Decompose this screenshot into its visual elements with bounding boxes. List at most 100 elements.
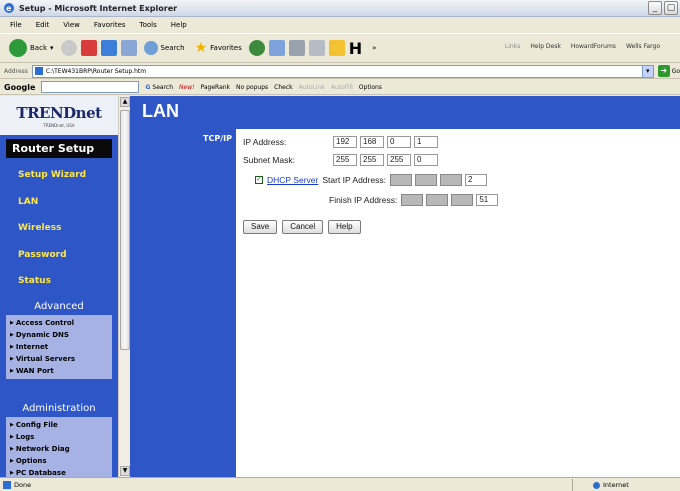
menu-virtual-servers[interactable]: Virtual Servers [10, 353, 110, 365]
router-setup-heading: Router Setup [6, 139, 112, 158]
forward-arrow-icon[interactable] [60, 40, 77, 56]
menu-tools[interactable]: Tools [138, 21, 159, 29]
save-button[interactable]: Save [243, 220, 278, 234]
address-bar: Address C:\TEW431BRP\Router Setup.htm ▾ … [0, 64, 680, 79]
start-ip-octet-3 [439, 174, 462, 186]
globe-icon [593, 481, 600, 489]
google-g-icon: G [145, 83, 151, 91]
maximize-button[interactable]: ▢ [664, 1, 678, 15]
menu-bar: File Edit View Favorites Tools Help [0, 18, 680, 32]
main-panel: LAN TCP/IP IP Address: 192 168 0 1 Subne… [130, 96, 680, 477]
link-help-desk[interactable]: Help Desk [530, 43, 561, 50]
sidebar-item-wireless[interactable]: Wireless [0, 215, 118, 242]
menu-internet[interactable]: Internet [10, 341, 110, 353]
sidebar-item-password[interactable]: Password [0, 242, 118, 269]
cancel-button[interactable]: Cancel [282, 220, 324, 234]
address-value: C:\TEW431BRP\Router Setup.htm [45, 67, 147, 75]
menu-edit[interactable]: Edit [34, 21, 52, 29]
ip-octet-3[interactable]: 0 [387, 136, 411, 148]
section-column: TCP/IP [130, 129, 236, 477]
menu-pc-database[interactable]: PC Database [10, 467, 110, 478]
go-button[interactable]: Go [672, 68, 680, 75]
menu-options[interactable]: Options [10, 455, 110, 467]
mask-octet-2[interactable]: 255 [360, 154, 384, 166]
finish-ip-label: Finish IP Address: [329, 195, 398, 205]
ip-octet-4[interactable]: 1 [414, 136, 438, 148]
help-button[interactable]: Help [328, 220, 361, 234]
refresh-icon[interactable] [100, 40, 117, 56]
link-wells-fargo[interactable]: Wells Fargo [626, 43, 660, 50]
scroll-up-icon[interactable]: ▲ [120, 97, 130, 107]
menu-file[interactable]: File [8, 21, 24, 29]
search-button[interactable]: Search [141, 41, 188, 55]
edit-icon[interactable] [308, 40, 325, 56]
finish-ip-octet-1 [401, 194, 424, 206]
autofill-button[interactable]: AutoFill [331, 84, 353, 91]
chevron-down-icon[interactable]: ▾ [641, 65, 653, 77]
sidebar-item-status[interactable]: Status [0, 268, 118, 295]
google-search-button[interactable]: G Search [145, 84, 173, 91]
sidebar-item-lan[interactable]: LAN [0, 189, 118, 216]
menu-logs[interactable]: Logs [10, 431, 110, 443]
history-icon[interactable] [248, 40, 265, 56]
window-title: Setup - Microsoft Internet Explorer [19, 3, 178, 13]
pagerank-button[interactable]: PageRank [201, 84, 231, 91]
mask-octet-1[interactable]: 255 [333, 154, 357, 166]
finish-ip-octet-4[interactable]: 51 [476, 194, 499, 206]
ip-octet-2[interactable]: 168 [360, 136, 384, 148]
advanced-menu: Access Control Dynamic DNS Internet Virt… [6, 314, 112, 379]
menu-view[interactable]: View [61, 21, 82, 29]
search-label: Search [160, 44, 185, 52]
menu-config-file[interactable]: Config File [10, 419, 110, 431]
back-arrow-icon [9, 39, 27, 57]
dhcp-server-link[interactable]: DHCP Server [267, 175, 318, 185]
address-label: Address [4, 67, 28, 75]
mask-octet-4[interactable]: 0 [414, 154, 438, 166]
menu-favorites[interactable]: Favorites [92, 21, 128, 29]
menu-network-diag[interactable]: Network Diag [10, 443, 110, 455]
folder-icon[interactable] [328, 40, 345, 56]
scroll-thumb[interactable] [120, 110, 130, 350]
start-ip-octet-4[interactable]: 2 [464, 174, 487, 186]
ip-octet-1[interactable]: 192 [333, 136, 357, 148]
menu-dynamic-dns[interactable]: Dynamic DNS [10, 329, 110, 341]
check-button[interactable]: Check [274, 84, 292, 91]
links-bar: Links Help Desk HowardForums Wells Fargo [505, 43, 660, 50]
menu-access-control[interactable]: Access Control [10, 317, 110, 329]
options-button[interactable]: Options [359, 84, 382, 91]
menu-help[interactable]: Help [169, 21, 189, 29]
subnet-mask-row: Subnet Mask: 255 255 255 0 [243, 154, 441, 166]
mask-octet-3[interactable]: 255 [387, 154, 411, 166]
security-zone: Internet [572, 479, 680, 491]
link-howardforums[interactable]: HowardForums [571, 43, 616, 50]
star-icon: ★ [194, 40, 208, 56]
subnet-mask-label: Subnet Mask: [243, 155, 295, 165]
sidebar-item-setup-wizard[interactable]: Setup Wizard [0, 162, 118, 189]
stop-icon[interactable] [80, 40, 97, 56]
new-badge[interactable]: New! [179, 84, 195, 91]
address-input[interactable]: C:\TEW431BRP\Router Setup.htm ▾ [31, 64, 654, 78]
dhcp-checkbox[interactable]: ✓ [255, 176, 263, 184]
google-search-input[interactable] [41, 81, 140, 93]
h-icon[interactable]: H [349, 39, 362, 58]
go-arrow-icon[interactable]: ➔ [657, 65, 670, 77]
home-icon[interactable] [120, 40, 137, 56]
autolink-button[interactable]: AutoLink [299, 84, 325, 91]
scroll-down-icon[interactable]: ▼ [120, 466, 130, 476]
administration-heading: Administration [22, 402, 96, 414]
back-button[interactable]: Back ▾ [6, 39, 57, 57]
minimize-button[interactable]: _ [648, 1, 662, 15]
google-search-label: Search [152, 83, 174, 91]
mail-icon[interactable] [268, 40, 285, 56]
logo-text: TRENDnet [16, 103, 102, 122]
administration-menu: Config File Logs Network Diag Options PC… [6, 416, 112, 478]
google-logo[interactable]: Google [4, 83, 35, 92]
sidebar: TRENDnet TRENDnet, USA Router Setup Setu… [0, 96, 118, 477]
print-icon[interactable] [288, 40, 305, 56]
menu-wan-port[interactable]: WAN Port [10, 365, 110, 377]
more-icon[interactable]: » [372, 44, 376, 52]
favorites-button[interactable]: ★ Favorites [192, 40, 245, 56]
no-popups-button[interactable]: No popups [236, 84, 268, 91]
google-toolbar: Google G Search New! PageRank No popups … [0, 80, 680, 95]
sidebar-scrollbar[interactable]: ▲ ▼ [118, 96, 130, 477]
